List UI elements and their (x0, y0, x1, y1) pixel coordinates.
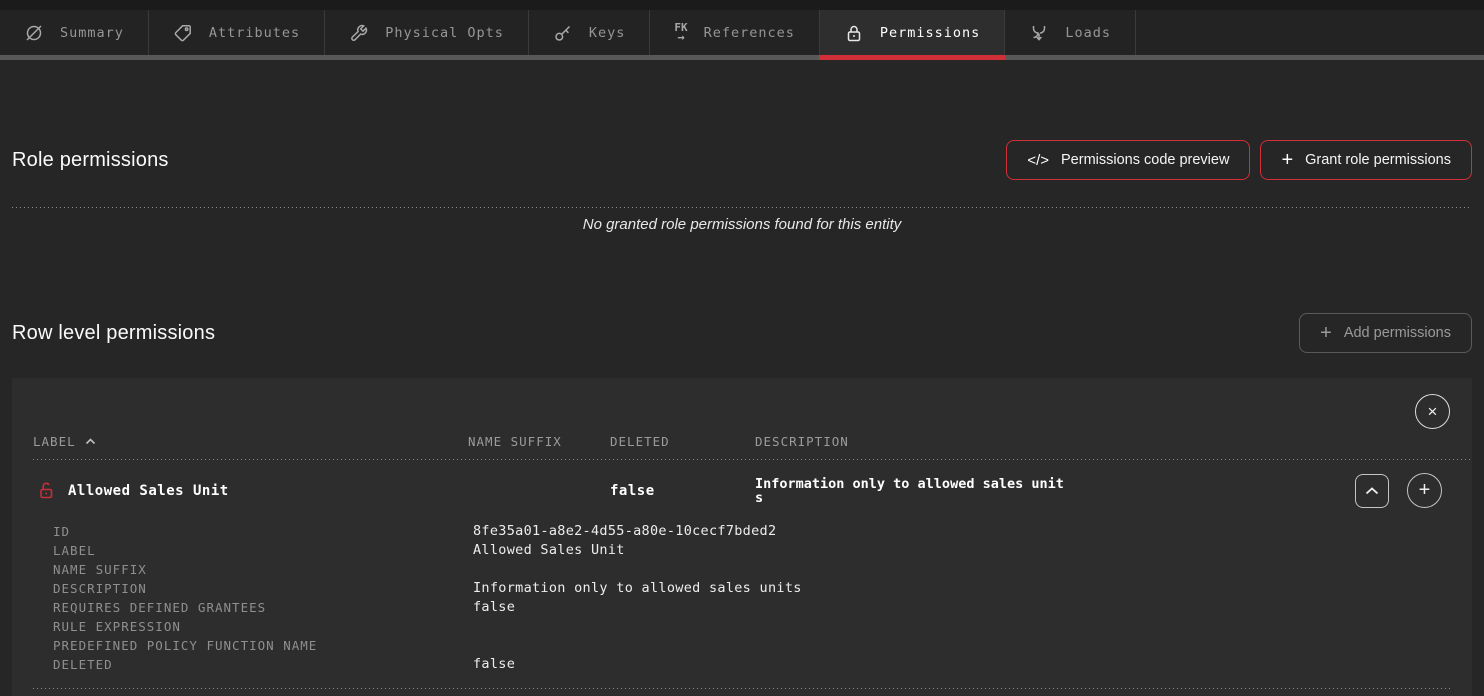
detail-row-deleted: DELETED false (53, 655, 1451, 674)
detail-key: REQUIRES DEFINED GRANTEES (53, 598, 473, 617)
detail-row-label: LABEL Allowed Sales Unit (53, 541, 1451, 560)
tab-permissions[interactable]: Permissions (820, 10, 1005, 55)
column-header-name-suffix[interactable]: NAME SUFFIX (468, 434, 610, 449)
grant-role-permissions-button[interactable]: + Grant role permissions (1260, 140, 1472, 180)
chevron-up-icon (1365, 487, 1379, 495)
detail-value: false (473, 655, 1451, 674)
button-label: Add permissions (1344, 325, 1451, 341)
table-header-row: LABEL NAME SUFFIX DELETED (33, 378, 1472, 459)
detail-row-rule-expression: RULE EXPRESSION (53, 617, 1451, 636)
role-permissions-actions: </> Permissions code preview + Grant rol… (1006, 140, 1472, 180)
wrench-icon (349, 23, 369, 43)
row-level-permissions-panel: × LABEL NAME SUFFIX (12, 378, 1472, 696)
detail-row-id: ID 8fe35a01-a8e2-4d55-a80e-10cecf7bded2 (53, 522, 1451, 541)
lock-icon (844, 23, 864, 43)
column-header-label[interactable]: LABEL (33, 434, 468, 449)
row-actions: + (1085, 473, 1472, 508)
row-level-permissions-section: Row level permissions + Add permissions … (12, 313, 1472, 696)
empty-state-message: No granted role permissions found for th… (12, 216, 1472, 233)
tab-label: Keys (589, 25, 626, 41)
tab-summary[interactable]: Summary (0, 10, 149, 55)
plus-icon: + (1419, 479, 1431, 502)
role-permissions-section: Role permissions </> Permissions code pr… (12, 140, 1472, 233)
detail-value: 8fe35a01-a8e2-4d55-a80e-10cecf7bded2 (473, 522, 1451, 541)
role-permissions-title: Role permissions (12, 149, 169, 172)
column-header-text: LABEL (33, 434, 76, 449)
tab-label: Summary (60, 25, 124, 41)
tab-label: Permissions (880, 25, 980, 41)
detail-key: DELETED (53, 655, 473, 674)
row-label: Allowed Sales Unit (68, 483, 229, 499)
detail-key: RULE EXPRESSION (53, 617, 473, 636)
row-description: Information only to allowed sales units (755, 477, 1068, 505)
detail-key: DESCRIPTION (53, 579, 473, 598)
column-header-deleted[interactable]: DELETED (610, 434, 755, 449)
column-header-description[interactable]: DESCRIPTION (755, 434, 1085, 449)
detail-value: Information only to allowed sales units (473, 579, 1451, 598)
tab-bar: Summary Attributes Physical Opts (0, 10, 1484, 55)
tab-label: Physical Opts (385, 25, 504, 41)
row-detail-list: ID 8fe35a01-a8e2-4d55-a80e-10cecf7bded2 … (33, 522, 1451, 688)
detail-value (473, 617, 1451, 636)
row-level-permissions-title: Row level permissions (12, 322, 215, 345)
key-icon (553, 23, 573, 43)
tab-label: Attributes (209, 25, 300, 41)
detail-value: false (473, 598, 1451, 617)
detail-key: ID (53, 522, 473, 541)
add-permissions-button[interactable]: + Add permissions (1299, 313, 1472, 353)
add-row-permission-button[interactable]: + (1407, 473, 1442, 508)
detail-key: NAME SUFFIX (53, 560, 473, 579)
tab-attributes[interactable]: Attributes (149, 10, 325, 55)
button-label: Grant role permissions (1305, 152, 1451, 168)
detail-row-requires-defined-grantees: REQUIRES DEFINED GRANTEES false (53, 598, 1451, 617)
table-row[interactable]: Allowed Sales Unit false Information onl… (33, 460, 1472, 520)
tab-references[interactable]: FK → References (650, 10, 820, 55)
tab-label: Loads (1065, 25, 1111, 41)
open-lock-icon (38, 481, 54, 500)
tag-icon (173, 23, 193, 43)
collapse-row-button[interactable] (1355, 474, 1389, 508)
column-header-text: DESCRIPTION (755, 434, 849, 449)
row-deleted: false (610, 483, 755, 499)
column-header-text: DELETED (610, 434, 670, 449)
detail-row-name-suffix: NAME SUFFIX (53, 560, 1451, 579)
tab-physical-opts[interactable]: Physical Opts (325, 10, 529, 55)
code-icon: </> (1027, 152, 1049, 169)
row-label-cell: Allowed Sales Unit (33, 481, 468, 500)
row-bottom-divider (33, 688, 1451, 689)
tab-loads[interactable]: Loads (1005, 10, 1136, 55)
button-label: Permissions code preview (1061, 152, 1229, 168)
window-top-strip (0, 0, 1484, 10)
detail-key: PREDEFINED POLICY FUNCTION NAME (53, 636, 473, 655)
close-panel-button[interactable]: × (1415, 394, 1450, 429)
summary-icon (24, 23, 44, 43)
detail-key: LABEL (53, 541, 473, 560)
active-tab-indicator (819, 55, 1005, 60)
tab-keys[interactable]: Keys (529, 10, 651, 55)
merge-icon (1029, 23, 1049, 43)
detail-row-predefined-policy-function-name: PREDEFINED POLICY FUNCTION NAME (53, 636, 1451, 655)
plus-icon: + (1281, 150, 1293, 170)
permissions-code-preview-button[interactable]: </> Permissions code preview (1006, 140, 1250, 180)
section-divider (12, 207, 1472, 208)
permissions-content: Role permissions </> Permissions code pr… (0, 140, 1484, 696)
detail-value: Allowed Sales Unit (473, 541, 1451, 560)
entity-detail-screen: Summary Attributes Physical Opts (0, 0, 1484, 696)
column-header-text: NAME SUFFIX (468, 434, 562, 449)
sort-ascending-icon (85, 438, 96, 445)
detail-value (473, 560, 1451, 579)
close-icon: × (1428, 402, 1438, 422)
fk-icon-arrow: → (677, 32, 684, 42)
tab-bar-divider (0, 55, 1484, 60)
tab-label: References (704, 25, 795, 41)
detail-value (473, 636, 1451, 655)
foreign-key-icon: FK → (674, 23, 687, 42)
plus-icon: + (1320, 323, 1332, 343)
detail-row-description: DESCRIPTION Information only to allowed … (53, 579, 1451, 598)
